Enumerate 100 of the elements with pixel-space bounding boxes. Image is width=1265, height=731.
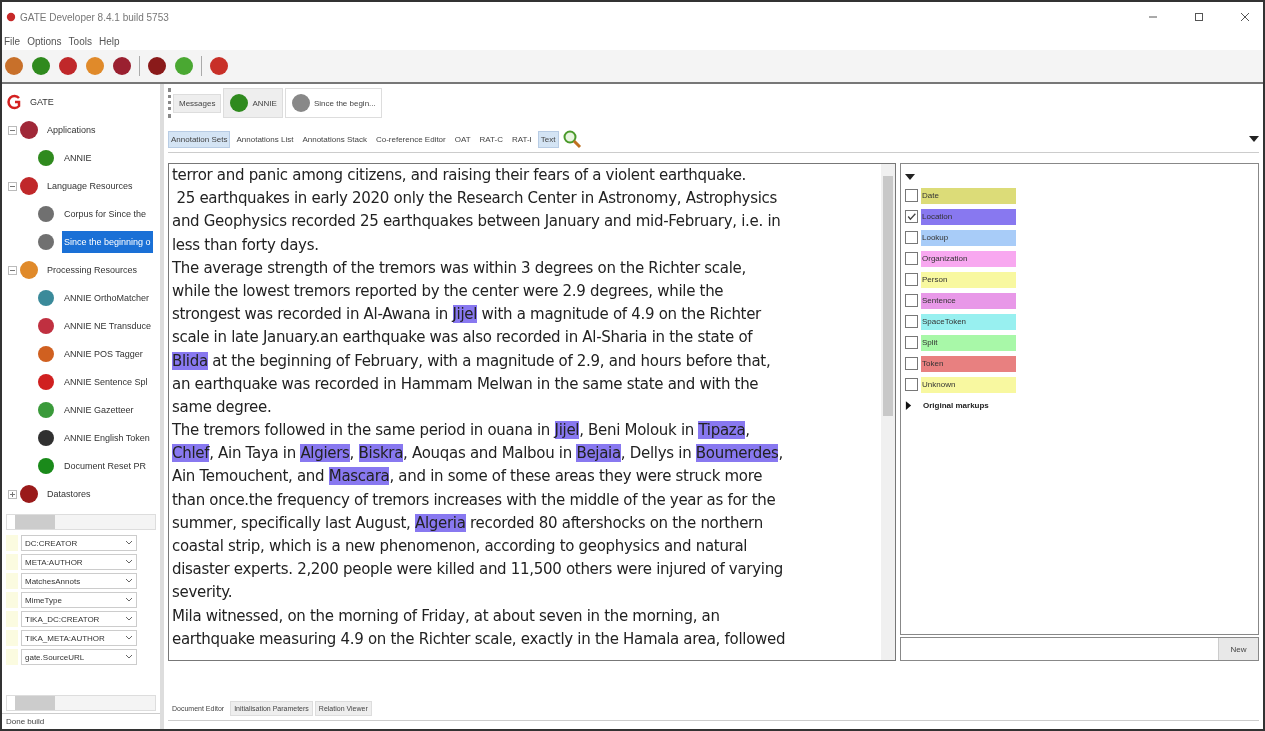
- feature-value-cell[interactable]: [6, 649, 18, 665]
- resource-tab[interactable]: Since the begin...: [284, 88, 382, 118]
- tree-item[interactable]: Datastores: [45, 487, 93, 501]
- tree-item[interactable]: Language Resources: [45, 179, 135, 193]
- checkbox[interactable]: [905, 357, 918, 370]
- search-icon[interactable]: [561, 129, 582, 149]
- annotation-highlight: Tipaza: [698, 421, 746, 440]
- tree-item[interactable]: ANNIE NE Transduce: [62, 319, 154, 333]
- tree-item[interactable]: Applications: [45, 123, 98, 137]
- text-run: an earthquake was recorded in Hammam Melwan in the same state and with the: [172, 374, 759, 393]
- vertical-scrollbar[interactable]: [881, 164, 895, 660]
- status-text: Done build: [2, 713, 160, 729]
- text-run: , Ain Taya in: [209, 444, 297, 463]
- checkbox[interactable]: [905, 189, 918, 202]
- view-toggle-button[interactable]: RAT-I: [509, 130, 535, 148]
- app-logo-icon: [6, 12, 16, 22]
- horizontal-scrollbar[interactable]: [6, 695, 156, 711]
- tree-item[interactable]: ANNIE POS Tagger: [62, 347, 145, 361]
- feature-dropdown[interactable]: MatchesAnnots: [21, 573, 137, 589]
- checkbox[interactable]: [905, 378, 918, 391]
- horizontal-scrollbar[interactable]: [6, 514, 156, 530]
- checkbox[interactable]: [905, 210, 918, 223]
- annotation-type-label[interactable]: Unknown: [921, 376, 1016, 393]
- feature-value-cell[interactable]: [6, 554, 18, 570]
- checkbox[interactable]: [905, 273, 918, 286]
- view-toggle-button[interactable]: Text: [537, 130, 559, 148]
- feature-dropdown[interactable]: gate.SourceURL: [21, 649, 137, 665]
- text-run: strongest was recorded in Al-Awana in: [172, 305, 450, 324]
- annotation-type-label[interactable]: Organization: [921, 250, 1016, 267]
- text-run: disaster experts. 2,200 people were killed and 11,500 others were injured of varying: [172, 560, 784, 579]
- text-run: Ain Temouchent, and: [172, 467, 326, 486]
- caret-icon: [125, 654, 133, 660]
- feature-value-cell[interactable]: [6, 535, 18, 551]
- tree-item[interactable]: ANNIE OrthoMatcher: [62, 291, 152, 305]
- annotation-highlight: Boumerdes: [695, 444, 779, 463]
- feature-value-cell[interactable]: [6, 611, 18, 627]
- resource-tab[interactable]: Messages: [173, 93, 222, 113]
- feature-dropdown[interactable]: TIKA_DC:CREATOR: [21, 611, 137, 627]
- toolbar-icon[interactable]: [112, 56, 132, 76]
- tree-item[interactable]: Corpus for Since the: [62, 207, 149, 221]
- view-toggle-button[interactable]: OAT: [451, 130, 474, 148]
- annotation-highlight: Biskra: [358, 444, 404, 463]
- text-run: ,: [745, 421, 750, 440]
- menu-item[interactable]: File: [4, 35, 21, 47]
- feature-dropdown[interactable]: DC:CREATOR: [21, 535, 137, 551]
- view-toggle-button[interactable]: Annotations Stack: [299, 130, 370, 148]
- tree-item[interactable]: ANNIE English Token: [62, 431, 152, 445]
- resource-tab[interactable]: ANNIE: [223, 88, 283, 118]
- toolbar-icon[interactable]: [31, 56, 51, 76]
- annotation-type-label[interactable]: Split: [921, 334, 1016, 351]
- view-toggle-button[interactable]: Co-reference Editor: [372, 130, 449, 148]
- view-toggle-button[interactable]: Annotations List: [233, 130, 297, 148]
- feature-dropdown[interactable]: TIKA_META:AUTHOR: [21, 630, 137, 646]
- tree-item[interactable]: ANNIE Gazetteer: [62, 403, 136, 417]
- tree-item[interactable]: Original markups: [923, 401, 989, 410]
- caret-icon: [125, 616, 133, 622]
- collapse-icon[interactable]: [905, 173, 915, 181]
- checkbox[interactable]: [905, 231, 918, 244]
- text-run: , and in some of these areas they were struck more: [389, 467, 763, 486]
- expand-icon[interactable]: [905, 401, 912, 410]
- checkbox[interactable]: [905, 294, 918, 307]
- caret-icon: [125, 559, 133, 565]
- annotation-type-label[interactable]: Sentence: [921, 292, 1016, 309]
- annotation-type-label[interactable]: Person: [921, 271, 1016, 288]
- view-toggle-button[interactable]: Annotation Sets: [168, 130, 231, 148]
- feature-dropdown[interactable]: MimeType: [21, 592, 137, 608]
- feature-value-cell[interactable]: [6, 630, 18, 646]
- caret-icon: [125, 578, 133, 584]
- text-run: The tremors followed in the same period in ouana in: [172, 421, 552, 440]
- feature-value-cell[interactable]: [6, 573, 18, 589]
- toolbar-icon[interactable]: [147, 56, 167, 76]
- dropdown-icon[interactable]: [1249, 135, 1259, 143]
- view-toggle-button[interactable]: RAT-C: [476, 130, 506, 148]
- tree-item[interactable]: Processing Resources: [45, 263, 140, 277]
- checkbox[interactable]: [905, 315, 918, 328]
- annotation-type-label[interactable]: Date: [921, 187, 1016, 204]
- gate-logo-icon: [6, 94, 22, 110]
- feature-value-cell[interactable]: [6, 592, 18, 608]
- caret-icon: [125, 540, 133, 546]
- menu-item[interactable]: Options: [27, 35, 62, 47]
- annotation-type-label[interactable]: SpaceToken: [921, 313, 1016, 330]
- checkbox[interactable]: [905, 336, 918, 349]
- tree-item[interactable]: ANNIE: [62, 151, 94, 165]
- menu-item[interactable]: Tools: [68, 35, 92, 47]
- maximize-icon[interactable]: [1193, 11, 1205, 23]
- annotation-type-label[interactable]: Location: [921, 208, 1016, 225]
- tree-item[interactable]: Document Reset PR: [62, 459, 149, 473]
- toolbar-icon[interactable]: [58, 56, 78, 76]
- tree-item[interactable]: ANNIE Sentence Spl: [62, 375, 150, 389]
- annotation-type-label[interactable]: Token: [921, 355, 1016, 372]
- menu-item[interactable]: Help: [98, 35, 120, 47]
- tree-item[interactable]: Since the beginning o: [62, 231, 153, 253]
- close-icon[interactable]: [1239, 11, 1251, 23]
- text-run: and Geophysics recorded 25 earthquakes between January and mid-February, i.e. in: [172, 212, 781, 231]
- annotation-highlight: Blida: [172, 351, 208, 370]
- feature-dropdown[interactable]: META:AUTHOR: [21, 554, 137, 570]
- checkbox[interactable]: [905, 252, 918, 265]
- tree-item[interactable]: GATE: [28, 95, 56, 109]
- annotation-type-label[interactable]: Lookup: [921, 229, 1016, 246]
- toolbar-icon[interactable]: [209, 56, 229, 76]
